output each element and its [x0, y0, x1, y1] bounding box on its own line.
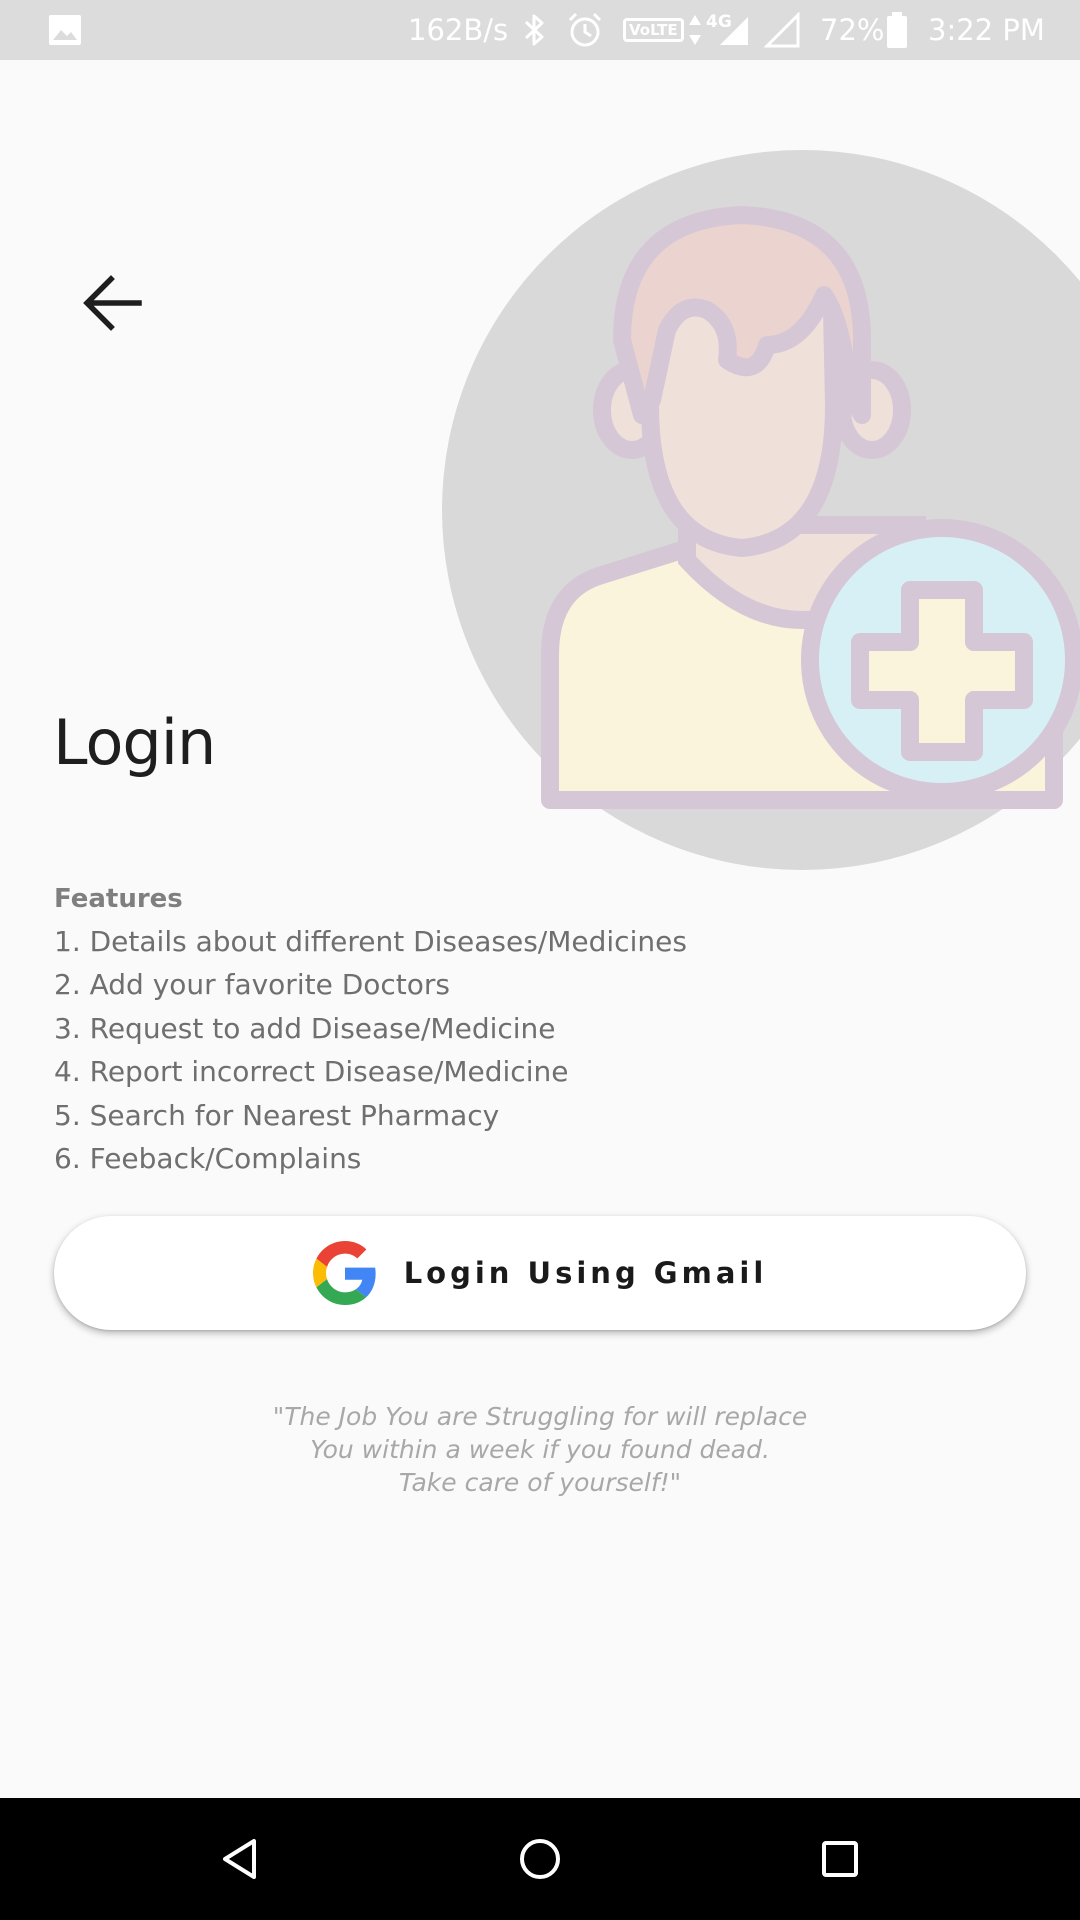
quote-line: Take care of yourself!" [398, 1468, 682, 1497]
feature-item: 1. Details about different Diseases/Medi… [54, 925, 687, 958]
google-icon [312, 1241, 377, 1305]
network-speed: 162B/s [408, 13, 509, 47]
feature-item: 2. Add your favorite Doctors [54, 968, 450, 1002]
nav-back-button[interactable] [180, 1798, 300, 1920]
back-triangle-icon [223, 1839, 256, 1879]
image-icon [48, 0, 82, 60]
no-signal-icon [764, 0, 800, 60]
home-circle-icon [520, 1839, 560, 1879]
feature-item: 4. Report incorrect Disease/Medicine [54, 1055, 569, 1089]
battery-percent: 72% [820, 13, 885, 47]
signal-icon [716, 0, 750, 60]
navigation-bar [0, 1798, 1080, 1920]
quote-line: You within a week if you found dead. [310, 1435, 770, 1464]
arrow-back-icon [83, 275, 142, 331]
login-gmail-button[interactable]: Login Using Gmail [54, 1216, 1026, 1330]
features-heading: Features [54, 884, 183, 914]
back-button[interactable] [72, 262, 154, 344]
quote: "The Job You are Struggling for will rep… [0, 1400, 1080, 1499]
feature-item: 5. Search for Nearest Pharmacy [54, 1098, 500, 1132]
feature-item: 6. Feeback/Complains [54, 1141, 362, 1175]
nav-recents-button[interactable] [780, 1798, 900, 1920]
features-list: 1. Details about different Diseases/Medi… [54, 920, 1014, 1180]
feature-item: 3. Request to add Disease/Medicine [54, 1011, 556, 1045]
quote-line: "The Job You are Struggling for will rep… [272, 1402, 808, 1431]
data-arrows-icon [688, 0, 702, 60]
battery-icon [886, 0, 908, 60]
alarm-icon [566, 0, 604, 60]
page-title: Login [53, 706, 216, 779]
login-button-label: Login Using Gmail [403, 1256, 768, 1290]
recents-square-icon [822, 1841, 858, 1877]
nav-home-button[interactable] [480, 1798, 600, 1920]
bluetooth-icon [522, 0, 546, 60]
status-bar: 162B/s VoLTE 4G 72% 3:22 PM [0, 0, 1080, 60]
features-section: Features 1. Details about different Dise… [54, 878, 1014, 1180]
clock: 3:22 PM [928, 13, 1045, 47]
volte-icon: VoLTE [623, 0, 684, 60]
add-user-illustration [442, 150, 1080, 870]
